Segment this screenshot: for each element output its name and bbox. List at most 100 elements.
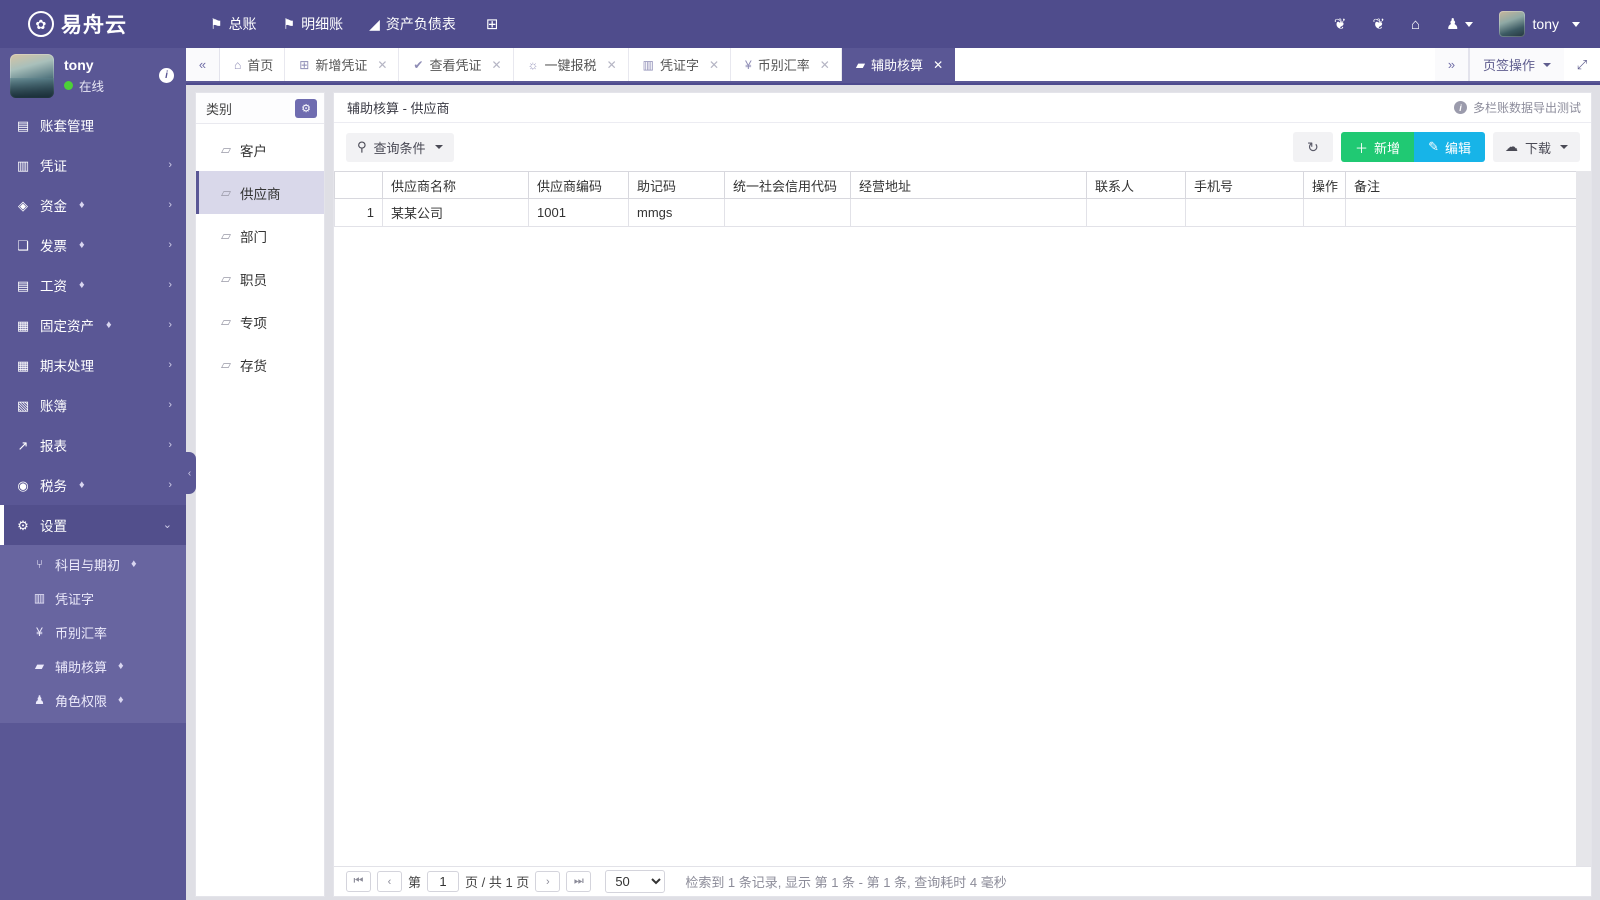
category-item-employee[interactable]: ▱ 职员	[196, 257, 324, 300]
sidebar-item-label: 税务	[40, 479, 67, 494]
page-size-select[interactable]: 102050100	[605, 870, 666, 893]
category-item-supplier[interactable]: ▱ 供应商	[196, 171, 324, 214]
close-icon[interactable]: ✕	[933, 59, 943, 71]
fullscreen-icon[interactable]: ⤢	[1564, 48, 1600, 81]
topnav-item-general-ledger[interactable]: ⚑ 总账	[208, 10, 259, 38]
category-item-special[interactable]: ▱ 专项	[196, 300, 324, 343]
close-icon[interactable]: ✕	[709, 59, 719, 71]
user-menu[interactable]: tony	[1498, 11, 1580, 37]
column-header-contact[interactable]: 联系人	[1086, 171, 1186, 199]
page-prefix-label: 第	[408, 875, 422, 890]
premium-gem-icon: ♦	[118, 694, 124, 706]
edit-button[interactable]: ✎ 编辑	[1414, 132, 1485, 162]
sidebar-subitem-accounts-opening[interactable]: ⑂ 科目与期初 ♦	[0, 547, 186, 581]
refresh-button[interactable]: ↻	[1293, 132, 1334, 162]
sidebar-item-voucher[interactable]: ▥ 凭证 ›	[0, 145, 186, 185]
sidebar-collapse-handle[interactable]: ‹	[183, 452, 196, 494]
sidebar-item-account-sets[interactable]: ▤ 账套管理	[0, 105, 186, 145]
download-button[interactable]: ☁ 下载	[1492, 132, 1580, 162]
category-item-customer[interactable]: ▱ 客户	[196, 128, 324, 171]
brand-logo[interactable]: ✿ 易舟云	[0, 0, 190, 48]
bug-icon[interactable]: ❦	[1334, 17, 1347, 32]
sidebar-item-period-end[interactable]: ▦ 期末处理 ›	[0, 345, 186, 385]
table-row[interactable]: 1 某某公司 1001 mmgs	[334, 198, 1591, 227]
tab-view-voucher[interactable]: ✔ 查看凭证 ✕	[399, 48, 514, 81]
chevron-right-icon: ›	[168, 398, 172, 411]
next-page-button[interactable]: ›	[535, 871, 561, 892]
sidebar-item-invoice[interactable]: ❑ 发票 ♦ ›	[0, 225, 186, 265]
sidebar-item-funds[interactable]: ◈ 资金 ♦ ›	[0, 185, 186, 225]
sidebar-item-salary[interactable]: ▤ 工资 ♦ ›	[0, 265, 186, 305]
cloud-download-icon: ☁	[1504, 139, 1518, 154]
sidebar-subitem-voucher-word[interactable]: ▥ 凭证字	[0, 581, 186, 615]
tab-label: 辅助核算	[871, 58, 924, 73]
folder-icon: ▰	[34, 659, 45, 673]
folder-icon: ▱	[221, 185, 231, 200]
query-conditions-button[interactable]: ⚲ 查询条件	[346, 132, 454, 162]
tab-add-voucher[interactable]: ⊞ 新增凭证 ✕	[285, 48, 400, 81]
gear-icon[interactable]: ⚙	[295, 98, 317, 118]
category-panel: 类别 ⚙ ▱ 客户 ▱ 供应商 ▱ 部门 ▱ 职员 ▱ 专项 ▱ 存货	[195, 92, 325, 897]
sidebar-item-books[interactable]: ▧ 账簿 ›	[0, 385, 186, 425]
sidebar-item-fixed-assets[interactable]: ▦ 固定资产 ♦ ›	[0, 305, 186, 345]
work-area: 类别 ⚙ ▱ 客户 ▱ 供应商 ▱ 部门 ▱ 职员 ▱ 专项 ▱ 存货 辅助核算…	[186, 85, 1600, 900]
account-tree-icon: ⑂	[35, 557, 44, 571]
header-note[interactable]: i 多栏账数据导出测试	[1453, 99, 1581, 116]
sidebar-subitem-auxiliary-accounting[interactable]: ▰ 辅助核算 ♦	[0, 649, 186, 683]
column-header-supplier-code[interactable]: 供应商编码	[528, 171, 629, 199]
close-icon[interactable]: ✕	[491, 59, 501, 71]
first-page-button[interactable]: ⏮	[346, 871, 371, 892]
sidebar-item-tax[interactable]: ◉ 税务 ♦ ›	[0, 465, 186, 505]
sidebar-subitem-currency-rate[interactable]: ¥ 币别汇率	[0, 615, 186, 649]
tab-home[interactable]: ⌂ 首页	[220, 48, 286, 81]
topnav-label: 资产负债表	[385, 16, 456, 32]
close-icon[interactable]: ✕	[607, 59, 617, 71]
table-vertical-scrollbar[interactable]	[1576, 171, 1591, 866]
home-icon[interactable]: ⌂	[1411, 17, 1420, 32]
column-header-mnemonic[interactable]: 助记码	[628, 171, 725, 199]
last-page-icon: ⏭	[573, 875, 584, 887]
column-header-action[interactable]: 操作	[1303, 171, 1346, 199]
folder-icon: ▱	[221, 142, 231, 157]
sidebar-item-label: 设置	[40, 519, 67, 534]
tab-strip-right: » 页签操作 ⤢	[1434, 48, 1600, 81]
sidebar-subitem-role-permission[interactable]: ♟ 角色权限 ♦	[0, 683, 186, 717]
prev-page-button[interactable]: ‹	[377, 871, 402, 892]
topnav-item-balance-sheet[interactable]: ◢ 资产负债表	[367, 10, 458, 38]
close-icon[interactable]: ✕	[820, 59, 830, 71]
main-toolbar: ⚲ 查询条件 ↻ ＋ 新增 ✎ 编辑 ☁ 下载	[334, 123, 1591, 171]
tabs-scroll-left-button[interactable]: «	[186, 48, 220, 81]
column-header-supplier-name[interactable]: 供应商名称	[382, 171, 529, 199]
info-icon[interactable]: i	[159, 68, 174, 83]
last-page-button[interactable]: ⏭	[566, 871, 592, 892]
tab-label: 币别汇率	[757, 58, 810, 73]
column-header-address[interactable]: 经营地址	[850, 171, 1087, 199]
sidebar-item-reports[interactable]: ↗ 报表 ›	[0, 425, 186, 465]
tab-operations-button[interactable]: 页签操作	[1468, 48, 1564, 81]
tab-one-click-tax[interactable]: ☼ 一键报税 ✕	[513, 48, 629, 81]
tab-auxiliary-accounting[interactable]: ▰ 辅助核算 ✕	[841, 48, 956, 81]
tabs-scroll-right-button[interactable]: »	[1434, 48, 1469, 81]
chevron-right-icon: ›	[168, 158, 172, 171]
chevron-down-icon: ⌄	[162, 518, 172, 531]
sidebar-item-label: 凭证	[40, 159, 67, 174]
tab-currency-rate[interactable]: ¥ 币别汇率 ✕	[731, 48, 842, 81]
column-header-phone[interactable]: 手机号	[1185, 171, 1304, 199]
refresh-icon: ↻	[1307, 138, 1319, 155]
bug-alt-icon[interactable]: ❦	[1372, 17, 1385, 32]
tab-voucher-word[interactable]: ▥ 凭证字 ✕	[628, 48, 732, 81]
category-item-inventory[interactable]: ▱ 存货	[196, 343, 324, 386]
column-header-credit-code[interactable]: 统一社会信用代码	[724, 171, 851, 199]
add-button[interactable]: ＋ 新增	[1341, 132, 1415, 162]
sidebar-item-label: 工资	[40, 279, 67, 294]
sidebar-profile[interactable]: tony 在线 i	[0, 48, 186, 103]
topnav-item-detail-ledger[interactable]: ⚑ 明细账	[281, 10, 346, 38]
close-icon[interactable]: ✕	[377, 59, 387, 71]
category-item-department[interactable]: ▱ 部门	[196, 214, 324, 257]
user-switch-icon[interactable]: ♟	[1446, 17, 1473, 32]
page-number-input[interactable]	[427, 871, 460, 892]
add-square-icon[interactable]: ⊞	[486, 15, 499, 33]
sidebar-item-settings[interactable]: ⚙ 设置 ⌄	[0, 505, 186, 545]
column-header-remark[interactable]: 备注	[1345, 171, 1591, 199]
column-header-index[interactable]	[334, 171, 383, 199]
